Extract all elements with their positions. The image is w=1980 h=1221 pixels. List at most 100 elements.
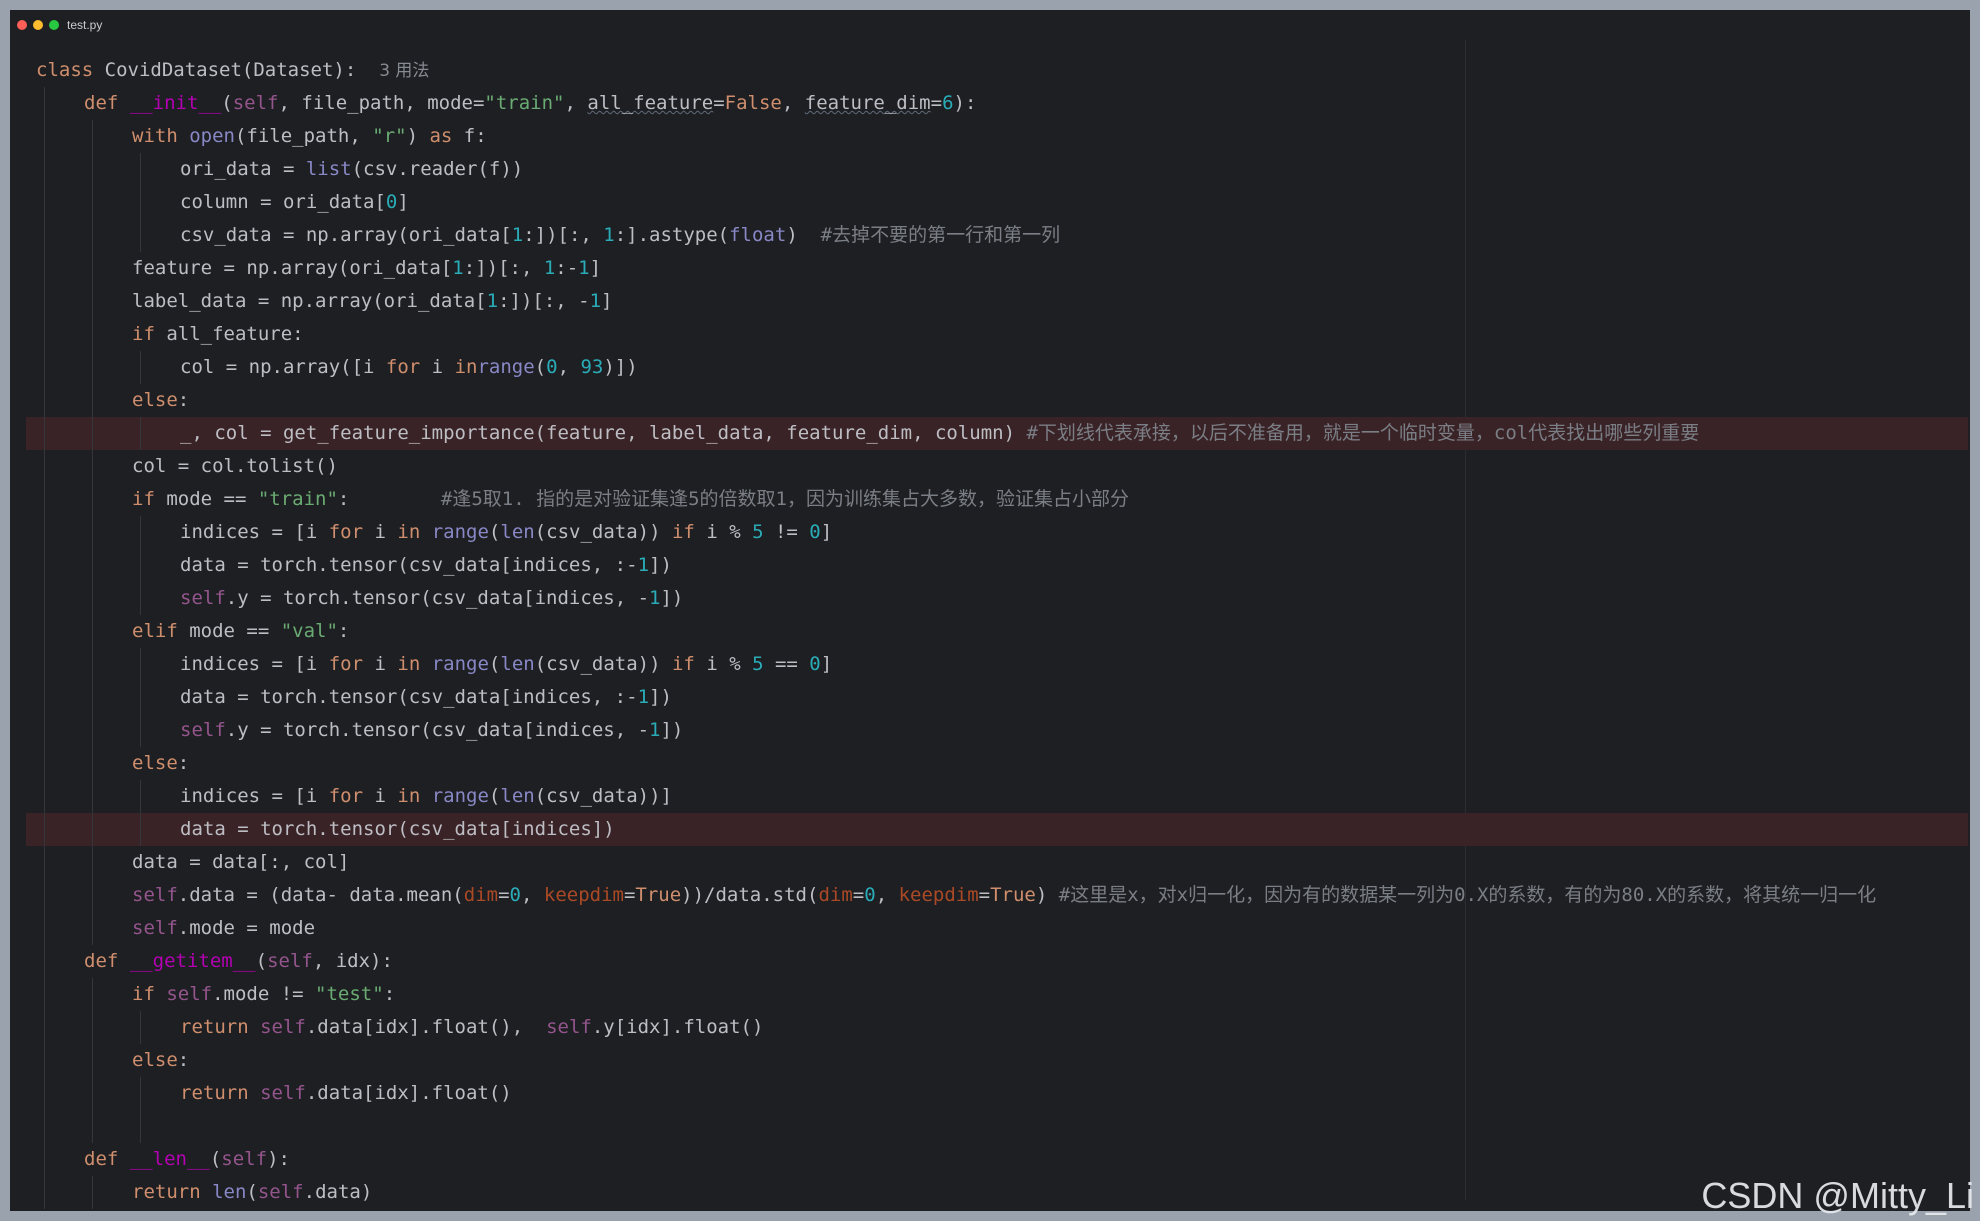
code-token: ) — [1035, 884, 1059, 906]
code-line[interactable]: label_data = np.array(ori_data[1:])[:, -… — [26, 285, 1968, 318]
code-token: keepdim — [543, 884, 624, 906]
code-line-highlighted[interactable]: data = torch.tensor(csv_data[indices]) — [26, 813, 1968, 846]
code-line[interactable]: self.y = torch.tensor(csv_data[indices, … — [26, 714, 1968, 747]
code-token: self — [132, 917, 178, 939]
code-token: as — [429, 125, 453, 147]
code-token: "val" — [280, 620, 338, 642]
code-line[interactable]: csv_data = np.array(ori_data[1:])[:, 1:]… — [26, 219, 1968, 252]
code-line[interactable]: with open(file_path, "r") as f: — [26, 120, 1968, 153]
code-line[interactable]: if self.mode != "test": — [26, 978, 1968, 1011]
code-token: ] — [820, 521, 833, 543]
code-token: , idx): — [312, 950, 393, 972]
code-token: self — [221, 1148, 268, 1170]
code-line[interactable]: data = torch.tensor(csv_data[indices, :-… — [26, 549, 1968, 582]
indent-guide — [140, 417, 141, 450]
code-token: ]) — [649, 554, 672, 576]
code-line[interactable]: return self.data[idx].float(), self.y[id… — [26, 1011, 1968, 1044]
code-line[interactable]: indices = [i for i in range(len(csv_data… — [26, 648, 1968, 681]
code-line[interactable]: self.data = (data- data.mean(dim=0, keep… — [26, 879, 1968, 912]
code-token: open — [189, 125, 235, 147]
code-line[interactable]: self.y = torch.tensor(csv_data[indices, … — [26, 582, 1968, 615]
code-line[interactable]: self.mode = mode — [26, 912, 1968, 945]
indent-guide — [140, 351, 141, 384]
code-token: 1 — [543, 257, 556, 279]
code-line[interactable]: feature = np.array(ori_data[1:])[:, 1:-1… — [26, 252, 1968, 285]
code-token: self — [232, 92, 279, 114]
code-line[interactable]: def __getitem__(self, idx): — [26, 945, 1968, 978]
code-line-highlighted[interactable]: _, col = get_feature_importance(feature,… — [26, 417, 1968, 450]
code-line[interactable]: indices = [i for i in range(len(csv_data… — [26, 780, 1968, 813]
code-line[interactable] — [26, 1110, 1968, 1143]
file-tab-title[interactable]: test.py — [67, 18, 102, 32]
code-line[interactable]: col = np.array([i for i inrange(0, 93)]) — [26, 351, 1968, 384]
code-token: self — [180, 587, 226, 609]
code-token: len — [500, 653, 535, 675]
code-token: == — [763, 653, 810, 675]
code-line[interactable]: else: — [26, 384, 1968, 417]
code-token: feature = np.array(ori_data[ — [132, 257, 453, 279]
code-editor[interactable]: class CovidDataset(Dataset): 3 用法 def __i… — [26, 54, 1968, 1209]
code-line[interactable]: ori_data = list(csv.reader(f)) — [26, 153, 1968, 186]
code-line[interactable]: else: — [26, 1044, 1968, 1077]
code-token: else — [132, 389, 178, 411]
code-token: return — [132, 1181, 213, 1203]
code-token: )]) — [603, 356, 638, 378]
code-line[interactable]: return len(self.data) — [26, 1176, 1968, 1209]
code-token: __init__ — [129, 92, 222, 114]
code-token: return — [180, 1082, 261, 1104]
code-line[interactable]: class CovidDataset(Dataset): 3 用法 — [26, 54, 1968, 87]
code-line[interactable]: def __init__(self, file_path, mode="trai… — [26, 87, 1968, 120]
code-token: i — [363, 785, 398, 807]
code-token: (file_path, — [234, 125, 373, 147]
close-window-button[interactable] — [17, 20, 27, 30]
code-line[interactable]: if mode == "train": #逢5取1. 指的是对验证集逢5的倍数取… — [26, 483, 1968, 516]
code-token: __getitem__ — [129, 950, 256, 972]
code-token: def — [84, 950, 130, 972]
code-token: else — [132, 1049, 178, 1071]
code-line[interactable]: return self.data[idx].float() — [26, 1077, 1968, 1110]
code-line[interactable]: data = torch.tensor(csv_data[indices, :-… — [26, 681, 1968, 714]
code-token: True — [990, 884, 1036, 906]
code-line[interactable]: else: — [26, 747, 1968, 780]
code-token: if — [132, 323, 155, 345]
code-token: with — [132, 125, 190, 147]
code-token: ( — [209, 1148, 222, 1170]
code-token: = — [713, 92, 725, 114]
indent-guide — [140, 1077, 141, 1143]
code-token: self — [132, 884, 178, 906]
code-token: in — [454, 356, 478, 378]
code-token: ] — [820, 653, 833, 675]
code-token: : — [177, 1049, 190, 1071]
code-line[interactable]: elif mode == "val": — [26, 615, 1968, 648]
code-token: ) — [406, 125, 430, 147]
code-line[interactable]: if all_feature: — [26, 318, 1968, 351]
indent-guide — [44, 87, 45, 1209]
code-token: def — [84, 92, 130, 114]
code-token: (csv.reader(f)) — [351, 158, 524, 180]
code-line[interactable]: data = data[:, col] — [26, 846, 1968, 879]
code-token: for — [328, 521, 364, 543]
code-token: class — [36, 59, 94, 81]
code-token: list — [305, 158, 352, 180]
code-token: :- — [555, 257, 579, 279]
code-token: in — [397, 521, 421, 543]
code-token: f: — [452, 125, 487, 147]
code-token: #下划线代表承接，以后不准备用，就是一个临时变量，col代表找出哪些列重要 — [1026, 422, 1700, 444]
code-line[interactable]: indices = [i for i in range(len(csv_data… — [26, 516, 1968, 549]
code-token: .data) — [303, 1181, 373, 1203]
minimize-window-button[interactable] — [33, 20, 43, 30]
code-token: in — [397, 653, 421, 675]
code-token: i % — [694, 521, 753, 543]
code-token: ) — [786, 224, 821, 246]
code-line[interactable]: def __len__(self): — [26, 1143, 1968, 1176]
maximize-window-button[interactable] — [49, 20, 59, 30]
code-line[interactable]: col = col.tolist() — [26, 450, 1968, 483]
code-token: :])[:, — [463, 257, 544, 279]
code-token: = — [498, 884, 510, 906]
code-token: range — [431, 785, 489, 807]
code-token: ): — [953, 92, 977, 114]
code-token: if — [132, 983, 167, 1005]
code-token: ( — [246, 1181, 258, 1203]
code-line[interactable]: column = ori_data[0] — [26, 186, 1968, 219]
